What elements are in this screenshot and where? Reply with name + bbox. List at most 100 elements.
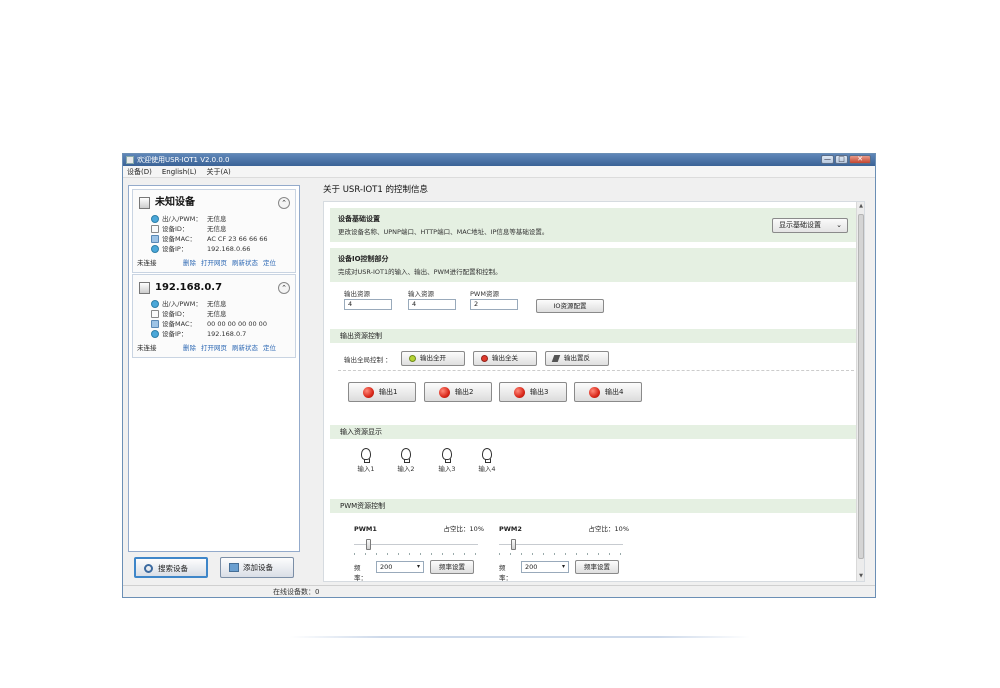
output-resource-label: 输出资源 <box>344 290 370 298</box>
scroll-up-icon[interactable]: ▲ <box>857 202 864 211</box>
open-web-link[interactable]: 打开网页 <box>201 343 227 353</box>
all-off-button[interactable]: 输出全关 <box>473 351 537 366</box>
info-value: AC CF 23 66 66 66 <box>207 235 268 243</box>
lightbulb-icon <box>442 448 452 463</box>
pwm-2-frequency-select[interactable]: 200 ▾ <box>521 561 569 573</box>
menu-about[interactable]: 关于(A) <box>207 166 231 177</box>
pwm-2-frequency-set-button[interactable]: 频率设置 <box>575 560 619 574</box>
invert-icon <box>551 355 561 362</box>
info-key: 设备ID： <box>162 310 189 318</box>
title-bar: 欢迎使用USR-IOT1 V2.0.0.0 — □ ✕ <box>123 154 875 166</box>
info-value: 无信息 <box>207 310 227 318</box>
basic-settings-desc: 更改设备名称、UPNP端口、HTTP端口、MAC地址、IP信息等基础设置。 <box>338 228 549 236</box>
output-2-button[interactable]: 输出2 <box>424 382 492 402</box>
info-key: 设备IP： <box>162 245 188 253</box>
output-2-label: 输出2 <box>455 388 474 396</box>
slider-ticks <box>499 553 623 555</box>
open-web-link[interactable]: 打开网页 <box>201 258 227 268</box>
vertical-scrollbar[interactable]: ▲ ▼ <box>856 202 864 581</box>
info-key: 设备IP： <box>162 330 188 338</box>
network-icon <box>151 320 159 328</box>
chevron-down-icon: ⌄ <box>836 221 842 229</box>
chevron-down-icon: ▾ <box>561 563 565 570</box>
invert-button[interactable]: 输出置反 <box>545 351 609 366</box>
info-value: 00 00 00 00 00 00 <box>207 320 267 328</box>
globe-icon <box>151 215 159 223</box>
pwm-2-slider-thumb[interactable] <box>510 539 516 550</box>
delete-link[interactable]: 删除 <box>183 258 196 268</box>
chevron-down-icon: ▾ <box>416 563 420 570</box>
app-window: 欢迎使用USR-IOT1 V2.0.0.0 — □ ✕ 设备(D) Englis… <box>122 153 876 598</box>
input-display-title: 输入资源显示 <box>340 428 382 436</box>
info-value: 无信息 <box>207 215 227 223</box>
info-row: 设备IP： 192.168.0.7 <box>151 329 291 339</box>
pwm-1-duty: 占空比：10% <box>443 525 484 533</box>
device-card[interactable]: 192.168.0.7 ⌃ 出/入/PWM： 无信息 设备ID： 无信息 设备MAC… <box>132 274 296 358</box>
info-row: 设备MAC： 00 00 00 00 00 00 <box>151 319 291 329</box>
menu-device[interactable]: 设备(D) <box>127 166 152 177</box>
info-key: 出/入/PWM： <box>162 215 202 223</box>
pwm-resource-label: PWM资源 <box>470 290 499 298</box>
refresh-status-link[interactable]: 刷新状态 <box>232 343 258 353</box>
info-value: 192.168.0.7 <box>207 330 247 338</box>
all-off-label: 输出全关 <box>492 354 518 362</box>
pwm-1-slider-track[interactable] <box>354 544 478 546</box>
device-info: 出/入/PWM： 无信息 设备ID： 无信息 设备MAC： 00 00 00 00 0… <box>151 299 291 339</box>
scroll-down-icon[interactable]: ▼ <box>857 572 864 581</box>
device-name: 未知设备 <box>155 197 195 208</box>
control-panel: 设备基础设置 更改设备名称、UPNP端口、HTTP端口、MAC地址、IP信息等基… <box>323 201 865 582</box>
background-divider <box>290 636 750 638</box>
output-4-button[interactable]: 输出4 <box>574 382 642 402</box>
info-key: 设备MAC： <box>162 235 196 243</box>
minimize-button[interactable]: — <box>821 155 834 164</box>
close-button[interactable]: ✕ <box>849 155 871 164</box>
refresh-status-link[interactable]: 刷新状态 <box>232 258 258 268</box>
all-on-button[interactable]: 输出全开 <box>401 351 465 366</box>
menu-bar: 设备(D) English(L) 关于(A) <box>123 166 875 178</box>
divider <box>338 370 854 371</box>
output-3-label: 输出3 <box>530 388 549 396</box>
add-device-button[interactable]: 添加设备 <box>220 557 294 578</box>
pwm-1-slider-thumb[interactable] <box>365 539 371 550</box>
input-2-label: 输入2 <box>397 465 415 473</box>
scroll-thumb[interactable] <box>858 214 864 559</box>
maximize-button[interactable]: □ <box>835 155 848 164</box>
add-device-label: 添加设备 <box>243 563 273 572</box>
info-row: 设备ID： 无信息 <box>151 224 291 234</box>
locate-link[interactable]: 定位 <box>263 343 276 353</box>
info-value: 192.168.0.66 <box>207 245 251 253</box>
output-3-button[interactable]: 输出3 <box>499 382 567 402</box>
pwm-2-name: PWM2 <box>499 525 522 533</box>
pwm-1-frequency-select[interactable]: 200 ▾ <box>376 561 424 573</box>
input-1-label: 输入1 <box>357 465 375 473</box>
input-resource-input[interactable]: 4 <box>408 299 456 310</box>
info-row: 设备ID： 无信息 <box>151 309 291 319</box>
pwm-1-frequency-set-button[interactable]: 频率设置 <box>430 560 474 574</box>
delete-link[interactable]: 删除 <box>183 343 196 353</box>
output-1-button[interactable]: 输出1 <box>348 382 416 402</box>
pwm-2-frequency-label: 频率： <box>499 564 512 582</box>
output-resource-field: 输出资源 4 <box>344 290 392 310</box>
connection-status: 未连接 <box>137 344 157 352</box>
document-icon <box>151 225 159 233</box>
red-led-icon <box>439 387 450 398</box>
info-value: 无信息 <box>207 300 227 308</box>
connection-status: 未连接 <box>137 259 157 267</box>
show-basic-settings-button[interactable]: 显示基础设置 ⌄ <box>772 218 848 233</box>
pwm-1-frequency-value: 200 <box>380 563 393 571</box>
search-device-button[interactable]: 搜索设备 <box>134 557 208 578</box>
all-on-label: 输出全开 <box>420 354 446 362</box>
pwm-2-slider-track[interactable] <box>499 544 623 546</box>
collapse-up-icon[interactable]: ⌃ <box>278 282 290 294</box>
pwm-control-header: PWM资源控制 <box>330 499 856 513</box>
locate-link[interactable]: 定位 <box>263 258 276 268</box>
menu-language[interactable]: English(L) <box>162 166 197 177</box>
pwm-resource-input[interactable]: 2 <box>470 299 518 310</box>
collapse-up-icon[interactable]: ⌃ <box>278 197 290 209</box>
output-resource-input[interactable]: 4 <box>344 299 392 310</box>
invert-label: 输出置反 <box>564 354 590 362</box>
io-config-button[interactable]: IO资源配置 <box>536 299 604 313</box>
input-4-label: 输入4 <box>478 465 496 473</box>
device-card[interactable]: 未知设备 ⌃ 出/入/PWM： 无信息 设备ID： 无信息 设备MAC： AC CF … <box>132 189 296 273</box>
pwm-1-frequency-label: 频率： <box>354 564 367 582</box>
